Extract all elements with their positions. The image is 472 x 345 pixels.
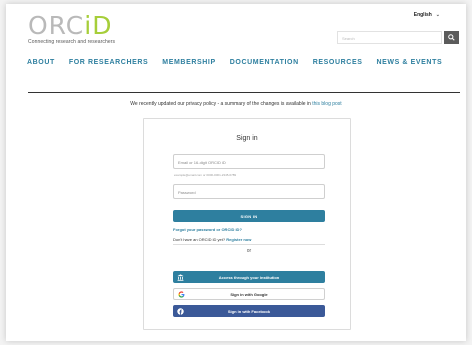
header-divider: [28, 92, 460, 93]
privacy-notice: We recently updated our privacy policy -…: [6, 101, 466, 107]
nav-for-researchers[interactable]: FOR RESEARCHERS: [69, 59, 148, 69]
institution-button-label: Access through your institution: [218, 274, 280, 280]
register-prompt: Don't have an ORCID iD yet? Register now: [173, 237, 251, 242]
nav-about[interactable]: ABOUT: [27, 59, 55, 69]
logo-prefix: ORC: [28, 11, 85, 40]
chevron-down-icon: ⌄: [435, 12, 440, 18]
search-button[interactable]: [444, 31, 459, 44]
register-prefix: Don't have an ORCID iD yet?: [173, 237, 226, 242]
facebook-icon: [173, 305, 187, 317]
nav-news-events[interactable]: NEWS & EVENTS: [376, 59, 442, 69]
email-hint: example@email.com or 0000-0001-2345-6789: [174, 173, 237, 177]
signin-title: Sign in: [236, 135, 258, 142]
nav-membership[interactable]: MEMBERSHIP: [162, 59, 215, 69]
signin-card: Sign in Email or 16-digit ORCID iD examp…: [143, 118, 351, 330]
search-input[interactable]: Search: [337, 31, 442, 44]
nav-documentation[interactable]: DOCUMENTATION: [230, 59, 299, 69]
logo-suffix: iD: [84, 11, 113, 40]
search-icon: [448, 34, 455, 41]
blog-post-link[interactable]: this blog post: [312, 101, 341, 107]
signin-button[interactable]: SIGN IN: [173, 210, 325, 222]
language-label: English: [413, 12, 432, 18]
language-selector[interactable]: English ⌄: [414, 12, 440, 18]
page: English ⌄ ORCiD Connecting research and r…: [6, 4, 466, 341]
nav-resources[interactable]: RESOURCES: [313, 59, 363, 69]
google-signin-button[interactable]: Sign in with Google: [173, 288, 325, 300]
email-field[interactable]: Email or 16-digit ORCID iD: [173, 154, 325, 169]
password-field[interactable]: Password: [173, 184, 325, 199]
orcid-logo[interactable]: ORCiD Connecting research and researcher…: [28, 11, 116, 45]
facebook-button-label: Sign in with Facebook: [227, 308, 271, 314]
institution-signin-button[interactable]: Access through your institution: [173, 271, 325, 283]
main-nav: ABOUT FOR RESEARCHERS MEMBERSHIP DOCUMEN…: [27, 59, 442, 69]
forgot-password-link[interactable]: Forgot your password or ORCID iD?: [173, 227, 242, 232]
institution-icon: [173, 271, 187, 283]
google-icon: [174, 289, 188, 299]
or-separator: or: [173, 244, 325, 254]
google-button-label: Sign in with Google: [230, 291, 268, 297]
logo-tagline: Connecting research and researchers: [28, 39, 116, 45]
register-link[interactable]: Register now: [226, 237, 251, 242]
facebook-signin-button[interactable]: Sign in with Facebook: [173, 305, 325, 317]
privacy-notice-text: We recently updated our privacy policy -…: [130, 101, 311, 107]
or-label: or: [246, 248, 252, 254]
